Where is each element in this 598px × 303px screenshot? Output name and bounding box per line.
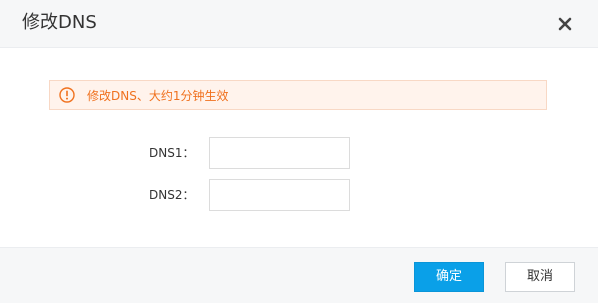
notice-text: 修改DNS、大约1分钟生效 xyxy=(87,89,229,103)
warning-circle-icon xyxy=(59,87,75,103)
dialog-header: 修改DNS xyxy=(0,0,598,48)
modify-dns-dialog: 修改DNS 修改DNS、大约1分钟生效 DNS1： DNS2： 确定 取消 xyxy=(0,0,598,303)
close-icon[interactable] xyxy=(555,14,575,34)
notice-banner: 修改DNS、大约1分钟生效 xyxy=(49,80,547,110)
dns1-input[interactable] xyxy=(209,137,350,169)
cancel-button[interactable]: 取消 xyxy=(505,262,575,292)
dns2-label: DNS2： xyxy=(149,188,195,202)
dialog-title: 修改DNS xyxy=(22,12,97,33)
confirm-button[interactable]: 确定 xyxy=(414,262,484,292)
dns2-input[interactable] xyxy=(209,179,350,211)
dns1-label: DNS1： xyxy=(149,146,195,160)
dialog-footer: 确定 取消 xyxy=(0,247,598,303)
